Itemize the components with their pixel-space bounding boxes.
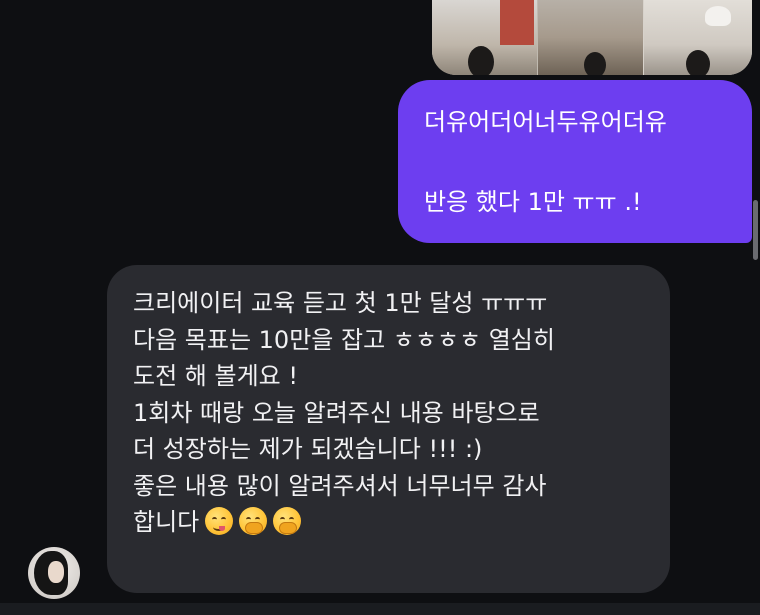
received-message-line: 더 성장하는 제가 되겠습니다 !!! :) (133, 435, 483, 463)
photo-person (686, 50, 710, 75)
received-message-line: 1회차 때랑 오늘 알려주신 내용 바탕으로 (133, 398, 540, 427)
sent-message-bubble[interactable]: 더유어더어너두유어더유 반응 했다 1만 ㅠㅠ .! (398, 80, 752, 243)
received-message-line: 좋은 내용 많이 알려주셔서 너무너무 감사 (133, 471, 547, 500)
bottom-bar (0, 603, 760, 615)
photo-person (468, 46, 494, 75)
savoring-face-emoji (205, 507, 234, 535)
received-message-line: 다음 목표는 10만을 잡고 ㅎㅎㅎㅎ 열심히 (133, 325, 555, 354)
scrollbar[interactable] (753, 200, 758, 260)
hand-over-mouth-emoji (239, 507, 268, 535)
photo-person (584, 52, 606, 75)
received-message-line: 크리에이터 교육 듣고 첫 1만 달성 ㅠㅠㅠ (133, 289, 548, 317)
sent-message-line: 더유어더어너두유어더유 (424, 108, 667, 136)
received-message-text: 합니다 (133, 508, 200, 536)
received-message-line: 도전 해 볼게요 ! (133, 362, 298, 390)
photo-red-object (500, 0, 534, 45)
received-message-bubble[interactable]: 크리에이터 교육 듣고 첫 1만 달성 ㅠㅠㅠ 다음 목표는 10만을 잡고 ㅎ… (107, 265, 670, 593)
photo-hat (705, 6, 731, 26)
received-message-line-last: 합니다 (133, 504, 644, 541)
shared-photo[interactable] (432, 0, 752, 75)
sender-avatar[interactable] (28, 547, 80, 599)
sent-message-line: 반응 했다 1만 ㅠㅠ .! (424, 188, 642, 216)
avatar-face (48, 561, 64, 583)
hand-over-mouth-emoji (273, 507, 302, 535)
